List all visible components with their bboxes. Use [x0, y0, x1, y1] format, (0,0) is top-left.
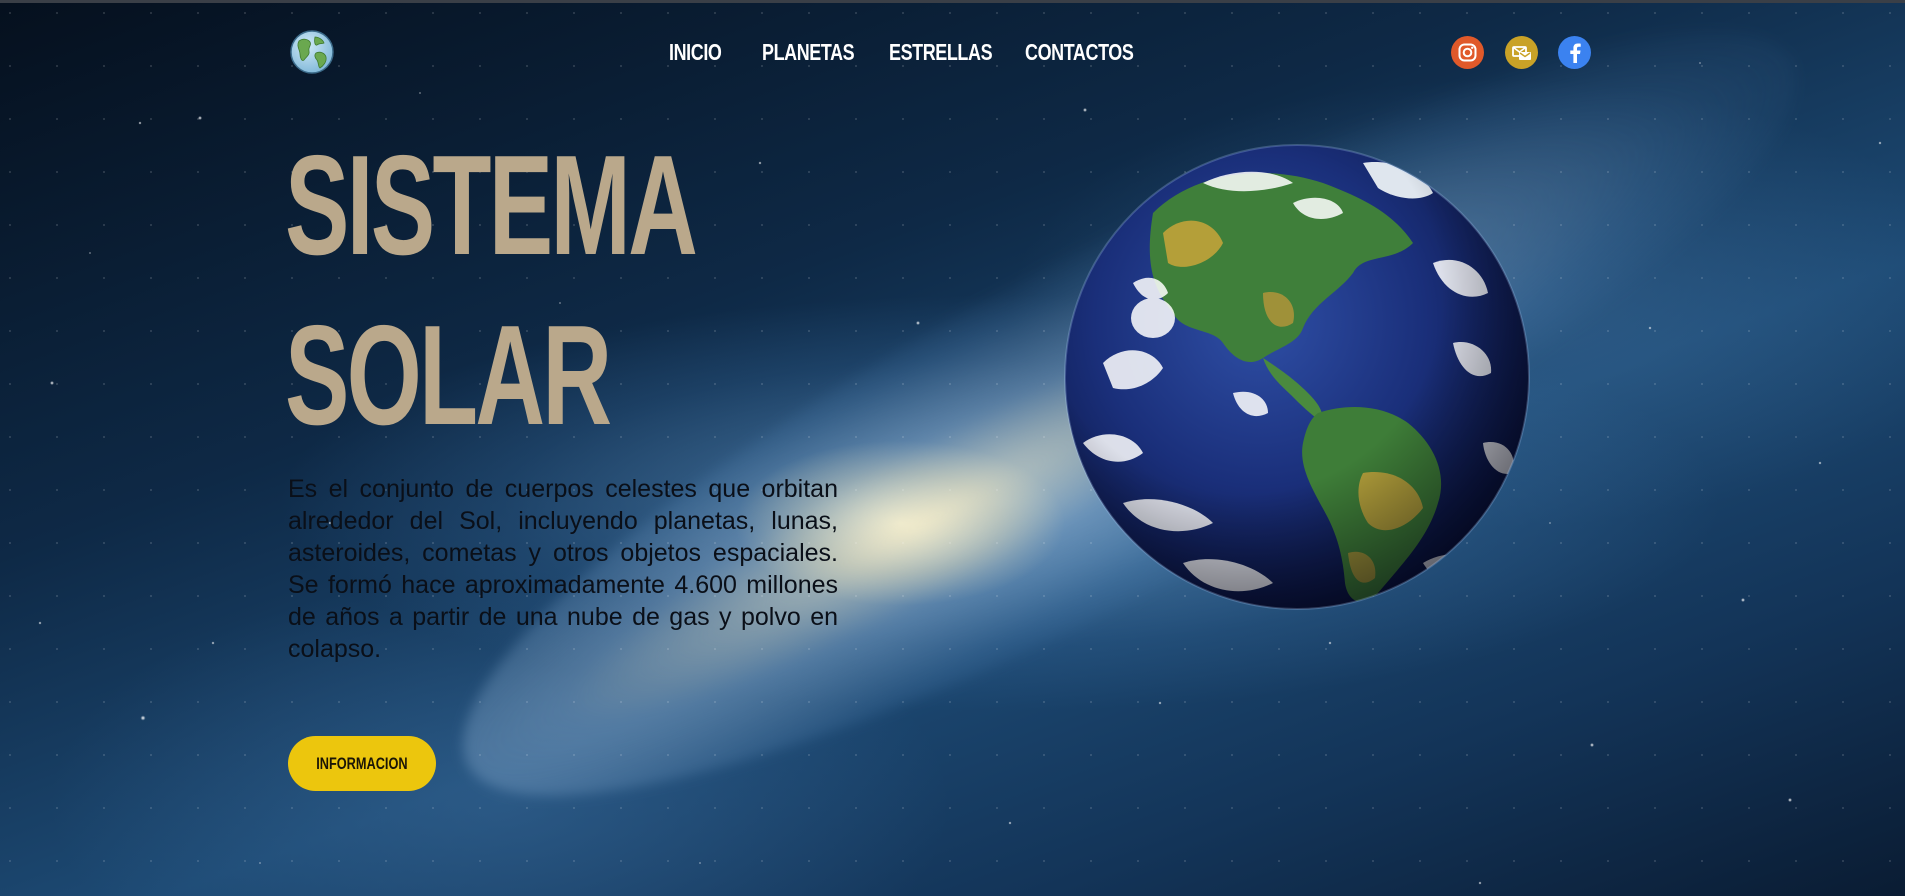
informacion-button-label: INFORMACION: [316, 753, 408, 773]
facebook-icon: [1569, 43, 1581, 63]
title-line-2: SOLAR: [285, 296, 612, 455]
facebook-button[interactable]: [1558, 36, 1591, 69]
title-line-1: SISTEMA: [285, 126, 698, 285]
nav-item-contactos[interactable]: CONTACTOS: [1025, 39, 1134, 66]
earth-planet-image: [1064, 144, 1530, 610]
instagram-icon: [1458, 43, 1477, 62]
page-title: SISTEMA SOLAR: [285, 121, 698, 461]
instagram-button[interactable]: [1451, 36, 1484, 69]
page: INICIO PLANETAS ESTRELLAS CONTACTOS SIST…: [0, 0, 1905, 896]
mail-icon: [1511, 45, 1531, 60]
mail-button[interactable]: [1505, 36, 1538, 69]
hero-description: Es el conjunto de cuerpos celestes que o…: [288, 475, 838, 663]
nav-item-estrellas[interactable]: ESTRELLAS: [889, 39, 993, 66]
nav-item-planetas[interactable]: PLANETAS: [762, 39, 855, 66]
informacion-button[interactable]: INFORMACION: [288, 736, 436, 791]
nav-item-inicio[interactable]: INICIO: [669, 39, 722, 66]
earth-globe-icon[interactable]: [289, 29, 335, 75]
